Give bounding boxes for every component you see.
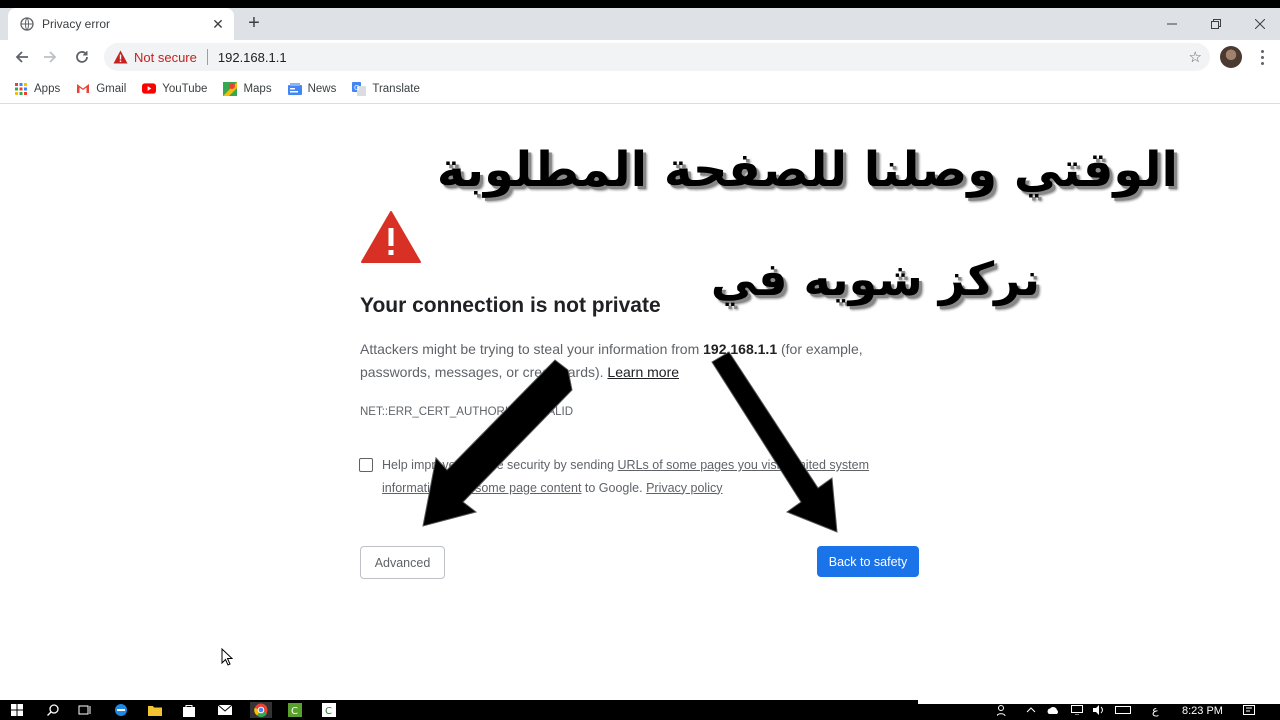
error-description: Attackers might be trying to steal your … [360,338,900,383]
windows-start-icon[interactable] [8,702,26,718]
error-code[interactable]: NET::ERR_CERT_AUTHORITY_INVALID [360,406,573,418]
file-explorer-icon[interactable] [146,702,164,718]
tab-strip: Privacy error ✕ + [0,8,1280,40]
bookmark-apps[interactable]: Apps [14,82,60,96]
mouse-cursor-icon [221,647,234,671]
not-secure-label[interactable]: Not secure [134,50,197,65]
overlay-caption-line-1: الوقتي وصلنا للصفحة المطلوبة [436,142,1178,198]
forward-arrow-icon[interactable] [38,45,62,69]
video-edge-strip [918,700,1280,704]
gmail-icon [76,82,90,96]
bookmark-maps[interactable]: Maps [223,81,272,96]
task-view-icon[interactable] [76,702,94,718]
chrome-menu-icon[interactable] [1252,46,1272,68]
news-icon [287,82,302,96]
bookmark-label: Translate [372,82,420,95]
people-icon[interactable] [994,702,1012,718]
globe-icon [20,17,34,31]
advanced-button[interactable]: Advanced [360,546,445,579]
tab-close-icon[interactable]: ✕ [208,14,228,34]
bookmark-label: Maps [243,82,272,95]
minimize-button[interactable] [1150,8,1194,40]
bookmark-news[interactable]: News [287,82,337,96]
reload-icon[interactable] [70,45,94,69]
interstitial-page: Your connection is not private Attackers… [0,104,1280,700]
safe-browsing-checkbox[interactable] [359,458,373,472]
bookmark-label: News [307,82,337,95]
bookmarks-bar: Apps Gmail YouTube Maps News G Translate [0,74,1280,104]
edge-icon[interactable] [112,702,130,718]
warning-triangle-icon [360,210,422,269]
overlay-caption-line-2: نركز شويه في [710,252,1040,306]
browser-window: Privacy error ✕ + Not secure 192.168.1.1… [0,8,1280,700]
new-tab-button[interactable]: + [244,13,264,34]
chrome-taskbar-icon[interactable] [250,702,272,718]
network-icon[interactable] [1068,702,1086,718]
back-to-safety-button[interactable]: Back to safety [817,546,919,577]
notification-icon[interactable] [1240,702,1258,718]
description-host: 192.168.1.1 [703,341,778,357]
input-language[interactable]: ع [1152,704,1159,717]
back-arrow-icon[interactable] [10,45,34,69]
apps-grid-icon [14,82,28,96]
omnibox-separator [206,49,208,65]
browser-toolbar: Not secure 192.168.1.1 ☆ [0,40,1280,74]
youtube-icon [142,82,157,96]
description-text: Attackers might be trying to steal your … [360,341,704,357]
bookmark-label: YouTube [162,82,208,95]
translate-icon: G [352,81,367,96]
tab-title: Privacy error [42,17,111,31]
search-icon[interactable] [44,702,62,718]
keyboard-icon[interactable] [1114,702,1132,718]
svg-text:C: C [325,706,332,717]
taskbar-clock[interactable]: 8:23 PM [1182,705,1223,717]
learn-more-link[interactable]: Learn more [607,364,679,380]
not-secure-warning-icon[interactable] [112,49,128,65]
profile-avatar[interactable] [1220,46,1242,68]
maps-icon [223,81,238,96]
mail-icon[interactable] [216,702,234,718]
page-title: Your connection is not private [360,294,661,317]
bookmark-translate[interactable]: G Translate [352,81,420,96]
store-icon[interactable] [180,702,198,718]
camtasia-recorder-icon[interactable]: C [320,702,338,718]
url-text[interactable]: 192.168.1.1 [218,50,287,65]
help-text-2: to Google. [581,480,647,495]
svg-text:C: C [291,706,298,717]
camtasia-icon[interactable]: C [286,702,304,718]
address-bar[interactable]: Not secure 192.168.1.1 ☆ [104,43,1210,71]
bookmark-label: Apps [34,82,61,95]
privacy-policy-link[interactable]: Privacy policy [646,481,722,495]
bookmark-gmail[interactable]: Gmail [76,82,126,96]
close-window-button[interactable] [1238,8,1280,40]
bookmark-youtube[interactable]: YouTube [142,82,207,96]
restore-button[interactable] [1194,8,1238,40]
bookmark-label: Gmail [96,82,127,95]
volume-icon[interactable] [1090,702,1108,718]
safe-browsing-help-text: Help improve Chrome security by sending … [382,454,882,499]
left-arrow [422,359,573,527]
svg-text:G: G [354,84,359,92]
help-text: Help improve Chrome security by sending [382,458,618,472]
bookmark-star-icon[interactable]: ☆ [1189,48,1202,66]
video-letterbox-top [0,0,1280,8]
onedrive-icon[interactable] [1044,702,1062,718]
tab-privacy-error[interactable]: Privacy error ✕ [8,8,234,40]
chevron-up-icon[interactable] [1022,702,1040,718]
